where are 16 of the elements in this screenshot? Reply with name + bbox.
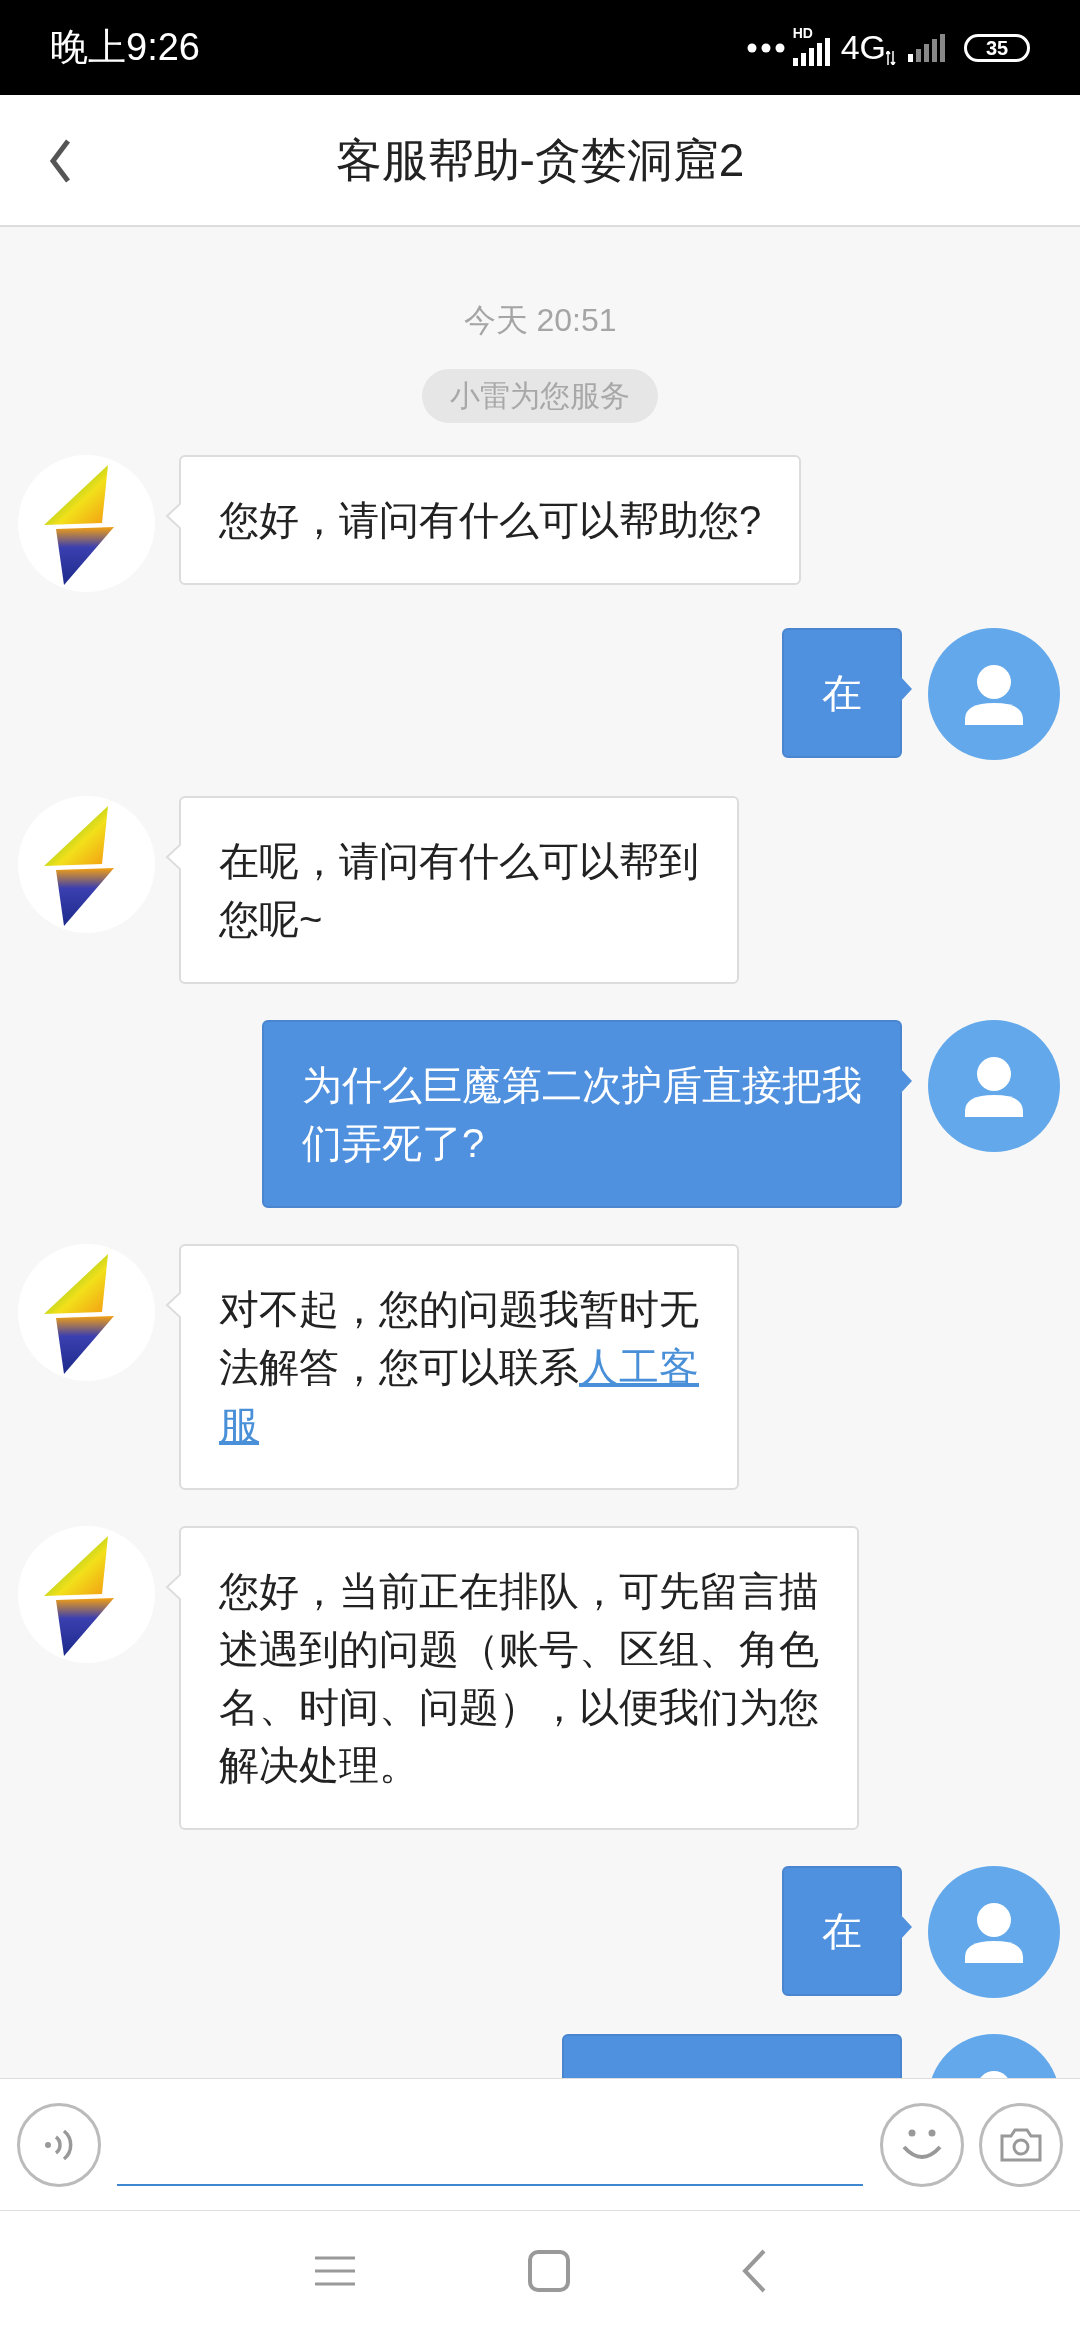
- user-message: 在: [782, 1866, 902, 1996]
- battery-indicator: 35: [964, 33, 1030, 62]
- bot-message: 您好，请问有什么可以帮助您?: [179, 455, 802, 585]
- bot-message: 您好，当前正在排队，可先留言描 述遇到的问题（账号、区组、角色 名、时间、问题），以便我们为您 解决处理。: [179, 1526, 859, 1830]
- bot-message: 对不起，您的问题我暂时无 法解答，您可以联系人工客 服: [179, 1244, 739, 1490]
- service-notice: 小雷为您服务: [422, 369, 658, 423]
- support-link[interactable]: 服: [219, 1403, 259, 1447]
- page-title: 客服帮助-贪婪洞窟2: [335, 132, 745, 188]
- status-time: 晚上9:26: [50, 25, 200, 70]
- chat-timestamp: 今天 20:51: [463, 301, 617, 340]
- user-message: 为什么巨魔第二次护盾直接把我 们弄死了?: [262, 1020, 902, 1208]
- network-type: 4G: [840, 27, 886, 68]
- hd-label: HD: [792, 25, 813, 40]
- bot-message: 在呢，请问有什么可以帮到 您呢~: [179, 796, 739, 984]
- user-message: 在: [782, 628, 902, 758]
- support-link[interactable]: 人工客: [579, 1345, 699, 1389]
